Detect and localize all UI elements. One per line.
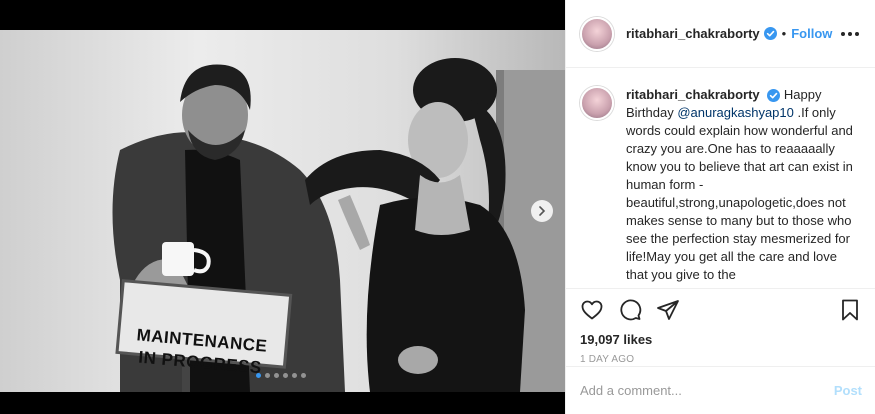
- caption-mention-link[interactable]: @anuragkashyap10: [677, 105, 794, 120]
- chevron-right-icon: [539, 206, 546, 216]
- share-icon[interactable]: [656, 298, 680, 322]
- carousel-next-button[interactable]: [531, 200, 553, 222]
- carousel-dot: [301, 373, 306, 378]
- carousel-indicator: [256, 373, 306, 378]
- add-comment-bar: Post: [566, 366, 875, 414]
- post-actions: [566, 288, 875, 330]
- post-comment-button[interactable]: Post: [834, 383, 862, 398]
- username-link[interactable]: ritabhari_chakraborty: [626, 26, 760, 41]
- carousel-dot: [274, 373, 279, 378]
- comments-section: ritabhari_chakraborty Happy Birthday @an…: [566, 68, 875, 284]
- comment-icon[interactable]: [618, 298, 642, 322]
- verified-badge-icon: [763, 27, 777, 40]
- carousel-dot: [265, 373, 270, 378]
- heart-icon[interactable]: [580, 298, 604, 322]
- more-options-icon[interactable]: [839, 26, 861, 42]
- header-separator: •: [781, 26, 787, 41]
- follow-button[interactable]: Follow: [791, 26, 832, 41]
- carousel-dot: [256, 373, 261, 378]
- post-media: MAINTENANCE IN PROGRESS: [0, 0, 565, 414]
- likes-count[interactable]: 19,097 likes: [566, 330, 875, 350]
- photo-illustration: [0, 30, 565, 392]
- caption-text-rest: .If only words could explain how wonderf…: [626, 105, 853, 282]
- verified-badge-icon: [767, 89, 781, 103]
- post-photo: MAINTENANCE IN PROGRESS: [0, 30, 565, 392]
- post-caption: ritabhari_chakraborty Happy Birthday @an…: [626, 86, 860, 284]
- comment-input[interactable]: [580, 383, 834, 398]
- post-sidebar: ritabhari_chakraborty • Follow ritabhari…: [565, 0, 875, 414]
- bookmark-icon[interactable]: [839, 298, 861, 322]
- post-header: ritabhari_chakraborty • Follow: [566, 0, 875, 68]
- avatar[interactable]: [580, 16, 614, 51]
- caption-username-link[interactable]: ritabhari_chakraborty: [626, 87, 760, 102]
- avatar[interactable]: [580, 86, 614, 120]
- carousel-dot: [292, 373, 297, 378]
- carousel-dot: [283, 373, 288, 378]
